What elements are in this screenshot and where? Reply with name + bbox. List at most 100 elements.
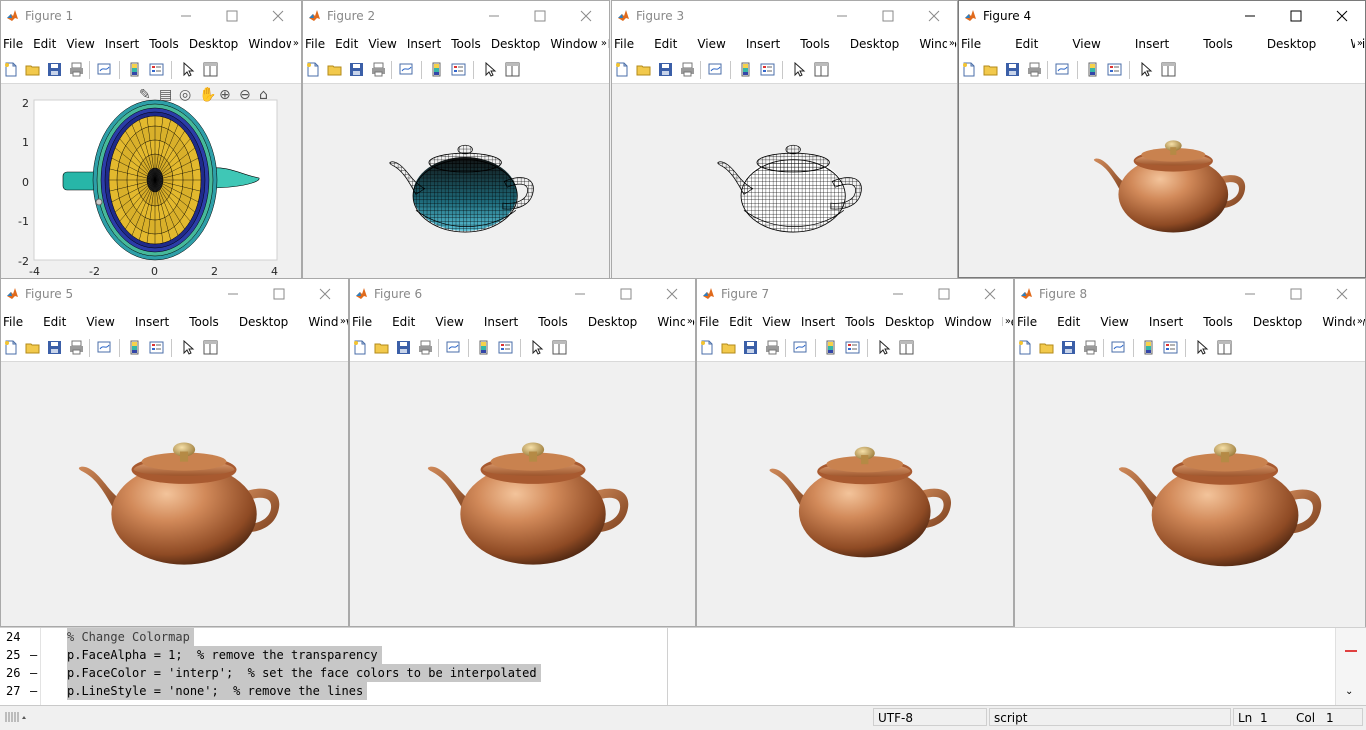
menu-desktop[interactable]: Desktop	[486, 31, 546, 57]
menu-desktop[interactable]: Desktop	[840, 31, 910, 57]
menu-overflow-icon[interactable]: »	[1355, 31, 1363, 57]
close-icon[interactable]	[571, 5, 601, 27]
menu-insert[interactable]: Insert	[125, 309, 179, 335]
close-icon[interactable]	[1327, 5, 1357, 27]
zoom-in-icon[interactable]: ⊕	[219, 87, 231, 103]
code-line[interactable]: 27 – p.LineStyle = 'none'; % remove the …	[0, 682, 700, 700]
close-icon[interactable]	[263, 5, 293, 27]
open-file-icon[interactable]	[983, 62, 998, 77]
pan-icon[interactable]: ✋	[199, 87, 216, 103]
insert-legend-icon[interactable]	[498, 340, 513, 355]
menu-view[interactable]: View	[1090, 309, 1138, 335]
minimize-icon[interactable]	[565, 283, 595, 305]
link-plot-icon[interactable]	[399, 62, 414, 77]
menu-overflow-icon[interactable]: »	[291, 31, 299, 57]
zoom-out-icon[interactable]: ⊖	[239, 87, 251, 103]
print-icon[interactable]	[1027, 62, 1042, 77]
menu-tools[interactable]: Tools	[790, 31, 840, 57]
property-inspector-icon[interactable]	[1161, 62, 1176, 77]
save-icon[interactable]	[743, 340, 758, 355]
wireframe-teapot-black[interactable]	[715, 136, 867, 234]
new-figure-icon[interactable]	[614, 62, 629, 77]
code-text[interactable]: p.LineStyle = 'none'; % remove the lines	[67, 682, 367, 700]
code-text[interactable]: p.FaceColor = 'interp'; % set the face c…	[67, 664, 541, 682]
open-file-icon[interactable]	[374, 340, 389, 355]
open-file-icon[interactable]	[636, 62, 651, 77]
maximize-icon[interactable]	[1281, 5, 1311, 27]
menu-overflow-icon[interactable]: »	[338, 309, 346, 335]
figure-canvas[interactable]	[1015, 362, 1365, 631]
insert-colorbar-icon[interactable]	[1141, 340, 1156, 355]
menu-edit[interactable]: Edit	[28, 31, 61, 57]
new-figure-icon[interactable]	[352, 340, 367, 355]
print-icon[interactable]	[1083, 340, 1098, 355]
save-icon[interactable]	[47, 340, 62, 355]
menu-edit[interactable]: Edit	[33, 309, 76, 335]
figure-canvas[interactable]: 210-1-2-4-2024✎▤◎✋⊕⊖⌂	[1, 84, 301, 281]
insert-colorbar-icon[interactable]	[1085, 62, 1100, 77]
print-icon[interactable]	[680, 62, 695, 77]
menu-insert[interactable]: Insert	[1118, 31, 1186, 57]
menu-desktop[interactable]: Desktop	[578, 309, 648, 335]
print-icon[interactable]	[765, 340, 780, 355]
menu-view[interactable]: View	[1055, 31, 1117, 57]
figure-canvas[interactable]	[959, 84, 1365, 277]
maximize-icon[interactable]	[1281, 283, 1311, 305]
title-bar[interactable]: Figure 6	[350, 279, 695, 309]
print-icon[interactable]	[371, 62, 386, 77]
title-bar[interactable]: Figure 1	[1, 1, 301, 31]
new-figure-icon[interactable]	[1017, 340, 1032, 355]
link-plot-icon[interactable]	[793, 340, 808, 355]
code-editor[interactable]: 24 % Change Colormap 25 – p.FaceAlpha = …	[0, 627, 1366, 706]
insert-legend-icon[interactable]	[451, 62, 466, 77]
new-figure-icon[interactable]	[3, 340, 18, 355]
menu-desktop[interactable]: Desktop	[184, 31, 244, 57]
link-plot-icon[interactable]	[97, 62, 112, 77]
figure-window[interactable]: Figure 1FileEditViewInsertToolsDesktopWi…	[0, 0, 302, 282]
menu-file[interactable]: File	[1, 31, 28, 57]
minimize-icon[interactable]	[479, 5, 509, 27]
insert-legend-icon[interactable]	[760, 62, 775, 77]
menu-edit[interactable]: Edit	[644, 31, 687, 57]
figure-window[interactable]: Figure 4FileEditViewInsertToolsDesktopWi…	[958, 0, 1366, 278]
minimize-icon[interactable]	[827, 5, 857, 27]
menu-tools[interactable]: Tools	[1193, 309, 1243, 335]
menu-edit[interactable]: Edit	[382, 309, 425, 335]
menu-overflow-icon[interactable]: »	[1355, 309, 1363, 335]
insert-legend-icon[interactable]	[1163, 340, 1178, 355]
menu-window[interactable]: Window	[545, 31, 602, 57]
teapot-render[interactable]	[1115, 431, 1329, 569]
figure-canvas[interactable]	[1, 362, 348, 626]
minimize-icon[interactable]	[171, 5, 201, 27]
menu-edit[interactable]: Edit	[1047, 309, 1090, 335]
title-bar[interactable]: Figure 8	[1015, 279, 1365, 309]
edit-plot-icon[interactable]	[530, 340, 545, 355]
maximize-icon[interactable]	[264, 283, 294, 305]
insert-colorbar-icon[interactable]	[823, 340, 838, 355]
link-plot-icon[interactable]	[446, 340, 461, 355]
editor-scrollbar[interactable]: ⌄	[1335, 628, 1366, 706]
print-icon[interactable]	[418, 340, 433, 355]
wireframe-teapot-colored[interactable]	[387, 136, 539, 234]
insert-colorbar-icon[interactable]	[127, 62, 142, 77]
restore-view-icon[interactable]: ⌂	[259, 87, 268, 103]
save-icon[interactable]	[1005, 62, 1020, 77]
title-bar[interactable]: Figure 4	[959, 1, 1365, 31]
link-plot-icon[interactable]	[1111, 340, 1126, 355]
edit-plot-icon[interactable]	[1139, 62, 1154, 77]
edit-plot-icon[interactable]	[792, 62, 807, 77]
menu-desktop[interactable]: Desktop	[1243, 309, 1313, 335]
minimize-icon[interactable]	[1235, 283, 1265, 305]
error-marker[interactable]	[1345, 650, 1357, 652]
menu-view[interactable]: View	[757, 309, 795, 335]
print-icon[interactable]	[69, 340, 84, 355]
open-file-icon[interactable]	[25, 340, 40, 355]
menu-file[interactable]: File	[959, 31, 998, 57]
code-text[interactable]: p.FaceAlpha = 1; % remove the transparen…	[67, 646, 382, 664]
teapot-render[interactable]	[766, 436, 958, 560]
code-line[interactable]: 25 – p.FaceAlpha = 1; % remove the trans…	[0, 646, 700, 664]
menu-overflow-icon[interactable]: »	[685, 309, 693, 335]
open-file-icon[interactable]	[721, 340, 736, 355]
brush-icon[interactable]: ✎	[139, 87, 151, 103]
menu-insert[interactable]: Insert	[402, 31, 446, 57]
